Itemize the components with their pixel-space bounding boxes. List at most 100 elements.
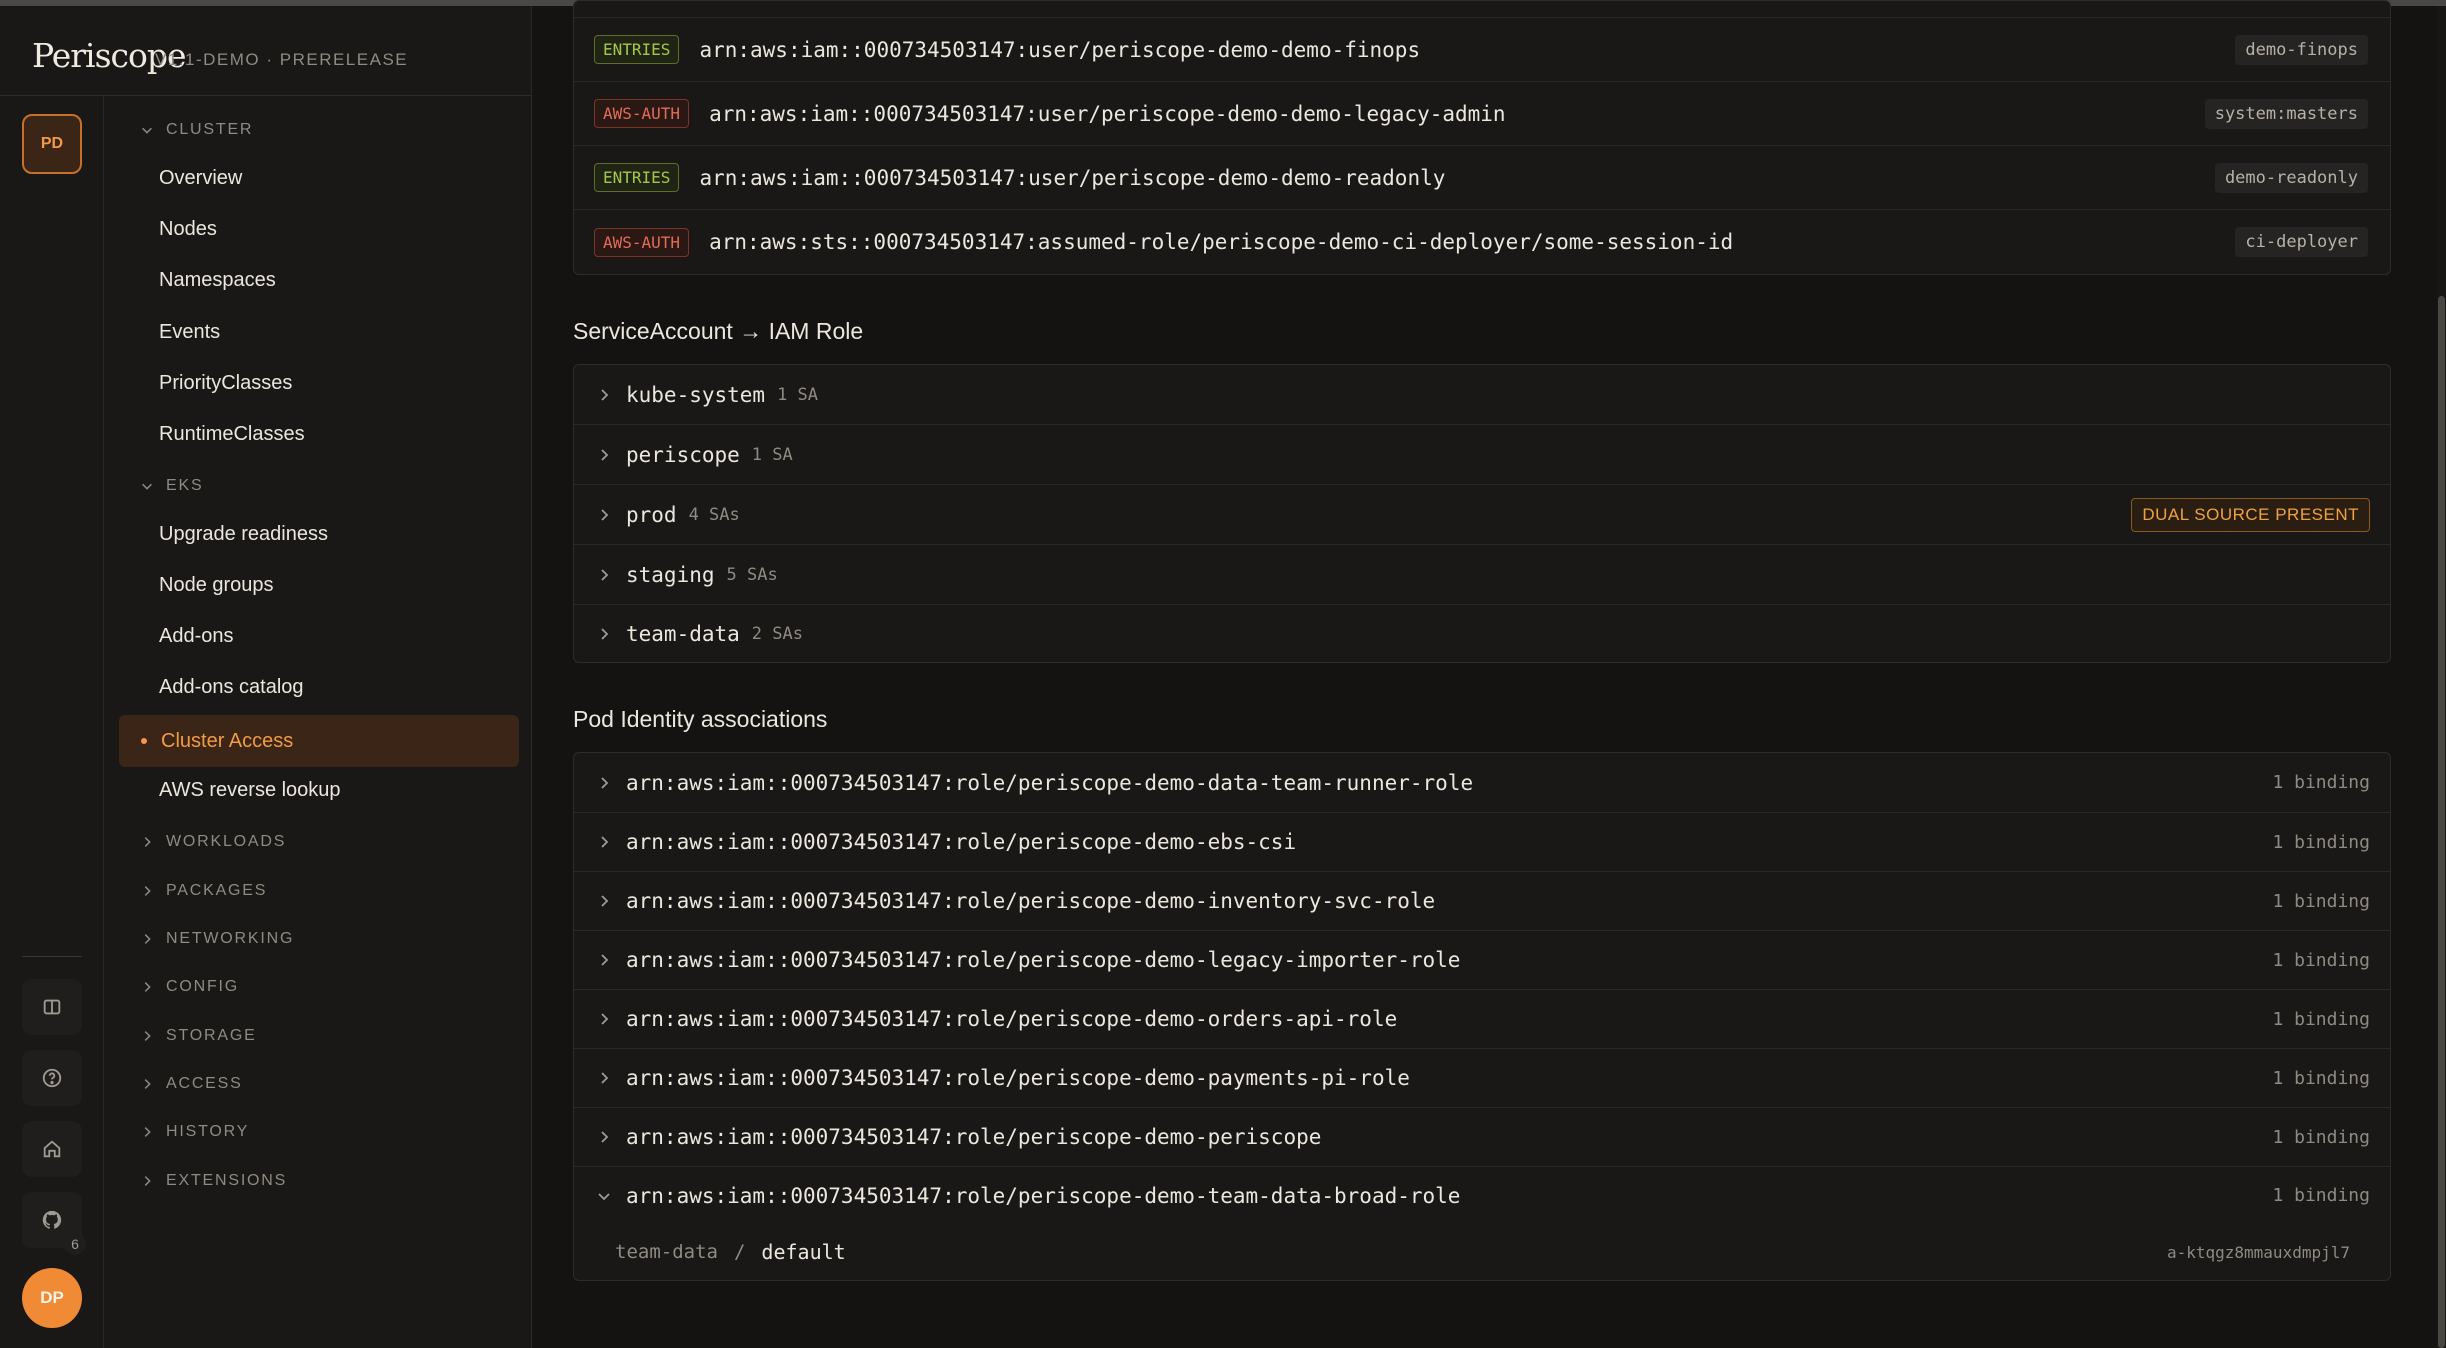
sidebar-section-networking[interactable]: NETWORKING	[140, 926, 294, 952]
role-row[interactable]: arn:aws:iam::000734503147:role/periscope…	[574, 930, 2390, 989]
chevron-right-icon	[596, 626, 612, 642]
sidebar-section-packages[interactable]: PACKAGES	[140, 878, 267, 904]
help-icon[interactable]	[22, 1050, 82, 1106]
sa-count: 1 SA	[751, 444, 793, 465]
chevron-right-icon	[140, 980, 154, 994]
group-pill: ci-deployer	[2235, 227, 2368, 257]
active-indicator	[141, 738, 147, 744]
namespace-name: staging	[626, 562, 715, 587]
sa-count: 4 SAs	[688, 504, 740, 525]
sidebar-item-events[interactable]: Events	[159, 317, 220, 347]
role-arn: arn:aws:iam::000734503147:role/periscope…	[626, 889, 1436, 913]
role-arn: arn:aws:iam::000734503147:role/periscope…	[626, 1007, 1398, 1031]
role-row[interactable]: arn:aws:iam::000734503147:role/periscope…	[574, 1048, 2390, 1107]
sidebar-item-overview[interactable]: Overview	[159, 163, 242, 193]
namespace-name: periscope	[626, 442, 740, 467]
app-version: V1.1-DEMO · PRERELEASE	[155, 50, 409, 69]
table-row-partial	[574, 1, 2390, 17]
cluster-switcher-button[interactable]: PD	[22, 114, 82, 174]
sidebar-toggle-icon[interactable]	[22, 979, 82, 1035]
chevron-right-icon	[140, 884, 154, 898]
role-row[interactable]: arn:aws:iam::000734503147:role/periscope…	[574, 812, 2390, 871]
table-row: AWS-AUTH arn:aws:sts::000734503147:assum…	[574, 209, 2390, 274]
binding-separator: /	[733, 1241, 746, 1263]
role-row[interactable]: arn:aws:iam::000734503147:role/periscope…	[574, 871, 2390, 930]
sidebar-item-runtimeclasses[interactable]: RuntimeClasses	[159, 419, 305, 449]
principal-arn: arn:aws:iam::000734503147:user/periscope…	[699, 165, 1446, 190]
section-label: EXTENSIONS	[166, 1172, 288, 1189]
sidebar-item-nodes[interactable]: Nodes	[159, 214, 217, 244]
binding-detail-row: team-data / default a-ktqgz8mmauxdmpjl7	[574, 1224, 2390, 1280]
sidebar-item-add-ons-catalog[interactable]: Add-ons catalog	[159, 672, 304, 702]
home-icon[interactable]	[22, 1121, 82, 1177]
sidebar-item-namespaces[interactable]: Namespaces	[159, 265, 276, 295]
namespace-name: kube-system	[626, 382, 766, 407]
section-label: CONFIG	[166, 978, 240, 995]
chevron-right-icon	[596, 952, 612, 968]
sidebar-section-workloads[interactable]: WORKLOADS	[140, 829, 286, 855]
user-avatar[interactable]: DP	[22, 1268, 82, 1328]
binding-count: 1 binding	[2272, 1126, 2370, 1148]
sidebar-section-storage[interactable]: STORAGE	[140, 1023, 257, 1049]
role-arn: arn:aws:iam::000734503147:role/periscope…	[626, 830, 1297, 854]
role-arn: arn:aws:iam::000734503147:role/periscope…	[626, 1125, 1322, 1149]
sa-count: 1 SA	[777, 384, 819, 405]
sa-section-title: ServiceAccount → IAM Role	[573, 318, 864, 344]
chevron-right-icon	[596, 1070, 612, 1086]
binding-count: 1 binding	[2272, 1185, 2370, 1206]
chevron-right-icon	[596, 387, 612, 403]
sidebar-section-eks[interactable]: EKS	[140, 473, 203, 499]
chevron-right-icon	[140, 1077, 154, 1091]
role-arn: arn:aws:iam::000734503147:role/periscope…	[626, 1183, 1461, 1208]
sidebar-item-cluster-access[interactable]: Cluster Access	[119, 715, 519, 767]
chevron-down-icon	[140, 123, 154, 137]
pod-identity-panel: arn:aws:iam::000734503147:role/periscope…	[573, 752, 2391, 1281]
sidebar-section-access[interactable]: ACCESS	[140, 1071, 243, 1097]
chevron-right-icon	[596, 567, 612, 583]
table-row: ENTRIES arn:aws:iam::000734503147:user/p…	[574, 145, 2390, 209]
chevron-right-icon	[140, 1029, 154, 1043]
source-badge: ENTRIES	[594, 163, 680, 192]
role-row[interactable]: arn:aws:iam::000734503147:role/periscope…	[574, 1107, 2390, 1166]
role-row[interactable]: arn:aws:iam::000734503147:role/periscope…	[574, 753, 2390, 812]
namespace-row[interactable]: kube-system 1 SA	[574, 365, 2390, 424]
scrollbar-thumb[interactable]	[2438, 296, 2445, 1348]
section-label: STORAGE	[166, 1027, 257, 1044]
sa-count: 5 SAs	[726, 564, 778, 585]
chevron-right-icon	[140, 1174, 154, 1188]
section-label: EKS	[166, 477, 204, 494]
sa-panel: kube-system 1 SA periscope 1 SA prod 4 S…	[573, 364, 2391, 663]
namespace-row[interactable]: staging 5 SAs	[574, 544, 2390, 604]
sidebar-section-config[interactable]: CONFIG	[140, 974, 239, 1000]
namespace-row[interactable]: prod 4 SAs DUAL SOURCE PRESENT	[574, 484, 2390, 544]
role-arn: arn:aws:iam::000734503147:role/periscope…	[626, 948, 1461, 972]
group-pill: demo-finops	[2235, 34, 2368, 65]
role-row[interactable]: arn:aws:iam::000734503147:role/periscope…	[574, 989, 2390, 1048]
sidebar-item-aws-reverse-lookup[interactable]: AWS reverse lookup	[159, 775, 341, 805]
namespace-row[interactable]: team-data 2 SAs	[574, 604, 2390, 662]
chevron-right-icon	[596, 893, 612, 909]
sidebar-item-upgrade-readiness[interactable]: Upgrade readiness	[159, 519, 328, 549]
sidebar-section-extensions[interactable]: EXTENSIONS	[140, 1168, 287, 1194]
sidebar-item-label: Cluster Access	[161, 729, 294, 752]
sidebar-item-add-ons[interactable]: Add-ons	[159, 621, 234, 651]
chevron-right-icon	[140, 835, 154, 849]
role-arn: arn:aws:iam::000734503147:role/periscope…	[626, 1066, 1410, 1090]
namespace-name: team-data	[626, 621, 740, 646]
chevron-right-icon	[596, 834, 612, 850]
sidebar-section-history[interactable]: HISTORY	[140, 1119, 249, 1145]
sidebar-item-priorityclasses[interactable]: PriorityClasses	[159, 368, 292, 398]
sidebar-item-node-groups[interactable]: Node groups	[159, 570, 274, 600]
namespace-row[interactable]: periscope 1 SA	[574, 424, 2390, 484]
main-content: ENTRIES arn:aws:iam::000734503147:user/p…	[532, 0, 2446, 1348]
role-row-expanded[interactable]: arn:aws:iam::000734503147:role/periscope…	[574, 1166, 2390, 1224]
chevron-right-icon	[140, 932, 154, 946]
association-id: a-ktqgz8mmauxdmpjl7	[2166, 1242, 2350, 1262]
github-count-badge: 6	[64, 1233, 86, 1255]
binding-count: 1 binding	[2272, 890, 2370, 912]
namespace-name: prod	[626, 502, 677, 527]
section-label: NETWORKING	[166, 930, 295, 947]
sidebar-section-cluster[interactable]: CLUSTER	[140, 117, 253, 143]
section-label: HISTORY	[166, 1123, 250, 1140]
group-pill: demo-readonly	[2214, 162, 2368, 193]
